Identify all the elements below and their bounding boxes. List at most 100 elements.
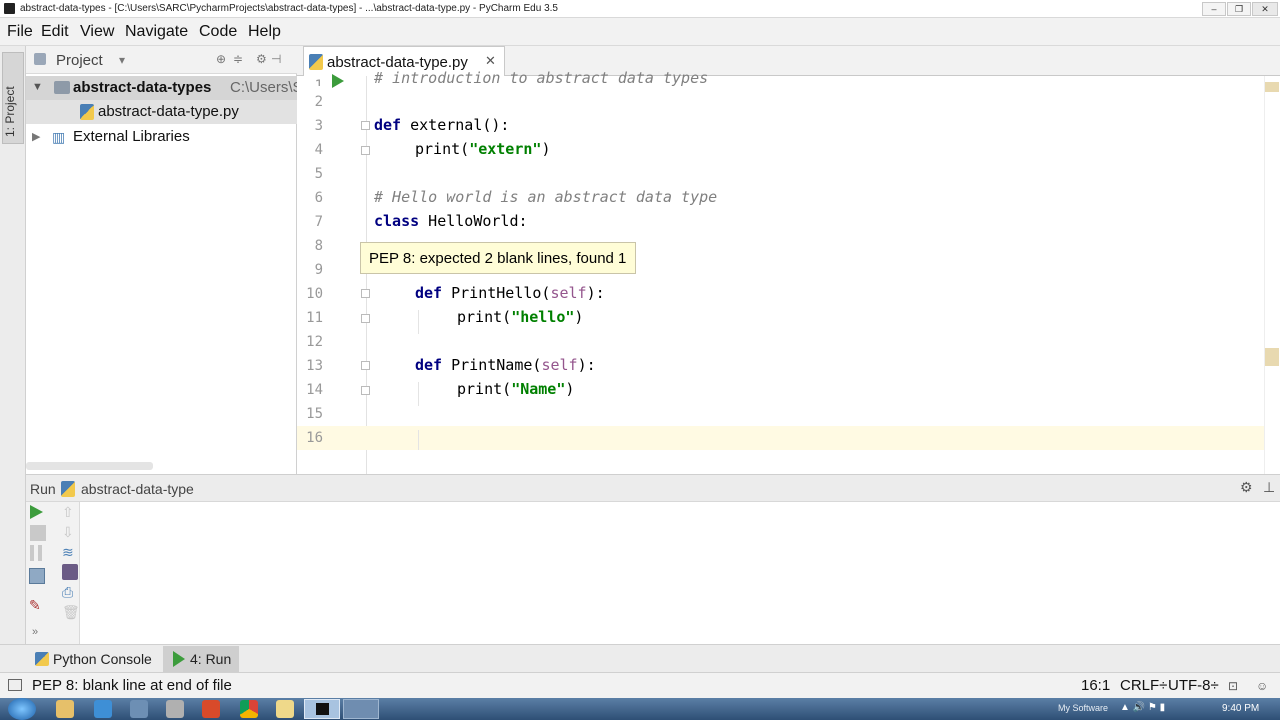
chrome-icon[interactable]	[240, 700, 258, 718]
menu-navigate[interactable]: Navigate	[125, 23, 188, 41]
line-number: 5	[314, 166, 323, 182]
chevron-down-icon[interactable]: ▾	[119, 53, 125, 67]
code-line-7[interactable]: class HelloWorld:	[374, 212, 528, 230]
code-line-13[interactable]: def PrintName(self):	[415, 356, 596, 374]
app-icon[interactable]	[202, 700, 220, 718]
hide-panel-icon[interactable]: ⊥	[1263, 479, 1275, 496]
line-separator[interactable]: CRLF÷	[1120, 677, 1167, 694]
tree-item-file[interactable]: abstract-data-type.py	[26, 100, 297, 124]
fold-marker[interactable]	[361, 361, 370, 370]
app-icon[interactable]	[130, 700, 148, 718]
menu-view[interactable]: View	[80, 23, 114, 41]
indent-guide	[418, 430, 419, 450]
run-tab-label: 4: Run	[190, 651, 232, 667]
code-line-4[interactable]: print("extern")	[415, 140, 550, 158]
run-tab[interactable]: 4: Run	[163, 646, 239, 673]
run-icon	[173, 651, 185, 667]
menu-code[interactable]: Code	[199, 23, 237, 41]
tool-windows-icon[interactable]	[8, 679, 22, 691]
taskbar-window-button[interactable]	[343, 699, 379, 719]
keyword: class	[374, 212, 420, 230]
project-hscrollbar[interactable]	[26, 462, 153, 470]
up-arrow-icon[interactable]: ⇧	[62, 504, 78, 520]
start-button-icon[interactable]	[8, 698, 36, 720]
tree-item-project-root[interactable]: ▼ abstract-data-types C:\Users\S	[26, 76, 297, 100]
close-tab-icon[interactable]: ✕	[485, 53, 496, 69]
fold-marker[interactable]	[361, 289, 370, 298]
menu-file[interactable]: File	[7, 23, 33, 41]
run-toolbar: ✎ » ⇧ ⇩ ≋ ⎙ 🗑	[26, 502, 80, 644]
tree-item-external-libraries[interactable]: ▶ ▥ External Libraries	[26, 125, 297, 149]
inspector-icon[interactable]: ☺	[1256, 679, 1268, 693]
gear-icon[interactable]: ⚙	[1240, 479, 1253, 496]
fold-marker[interactable]	[361, 314, 370, 323]
maximize-button[interactable]: ❐	[1227, 2, 1251, 16]
pause-icon[interactable]	[30, 545, 42, 561]
code-text: external():	[401, 116, 510, 134]
code-text: )	[541, 140, 551, 158]
code-line-6[interactable]: # Hello world is an abstract data type	[374, 188, 717, 206]
folder-icon	[54, 81, 70, 94]
minimize-button[interactable]: –	[1202, 2, 1226, 16]
indent-guide	[418, 310, 419, 334]
gear-icon[interactable]: ⚙	[256, 52, 267, 66]
python-file-icon	[80, 104, 94, 120]
project-tool-tab[interactable]: 1: Project	[2, 52, 24, 144]
layout-icon[interactable]	[29, 568, 45, 584]
self-param: self	[541, 356, 578, 374]
rerun-icon[interactable]	[30, 505, 43, 519]
warning-marker[interactable]	[1265, 348, 1279, 366]
soft-wrap-icon[interactable]: ≋	[62, 544, 78, 560]
sync-icon[interactable]: ⊕	[216, 52, 226, 66]
hide-icon[interactable]: ⊣	[271, 52, 281, 66]
lock-icon[interactable]: ⊡	[1228, 679, 1238, 693]
code-line-10[interactable]: def PrintHello(self):	[415, 284, 605, 302]
run-config-tab[interactable]: abstract-data-type	[81, 481, 194, 497]
line-number: 9	[314, 262, 323, 278]
pycharm-taskbar-button[interactable]	[304, 699, 340, 719]
close-window-button[interactable]: ✕	[1252, 2, 1278, 16]
scroll-to-end-icon[interactable]	[62, 564, 78, 580]
code-line-11[interactable]: print("hello")	[457, 308, 583, 326]
code-text: PrintHello(	[442, 284, 551, 302]
print-icon[interactable]: ⎙	[62, 584, 78, 600]
file-encoding[interactable]: UTF-8÷	[1168, 677, 1219, 694]
fold-marker[interactable]	[361, 386, 370, 395]
project-view-selector[interactable]: Project	[56, 52, 103, 69]
ie-icon[interactable]	[94, 700, 112, 718]
line-number: 2	[314, 94, 323, 110]
code-line-1[interactable]: # introduction to abstract data types	[374, 69, 708, 86]
expand-arrow-icon[interactable]: ▶	[32, 130, 40, 143]
library-icon: ▥	[52, 129, 66, 145]
line-number: 3	[314, 118, 323, 134]
code-line-14[interactable]: print("Name")	[457, 380, 574, 398]
tray-icons[interactable]: ▲ 🔊 ⚑ ▮	[1120, 702, 1165, 713]
expand-arrow-icon[interactable]: ▼	[32, 81, 43, 93]
project-icon	[34, 53, 46, 65]
line-number: 6	[314, 190, 323, 206]
down-arrow-icon[interactable]: ⇩	[62, 524, 78, 540]
collapse-all-icon[interactable]: ≑	[233, 52, 243, 66]
run-gutter-icon[interactable]	[332, 74, 344, 88]
fold-marker[interactable]	[361, 121, 370, 130]
menu-help[interactable]: Help	[248, 23, 281, 41]
more-icon[interactable]: »	[32, 626, 48, 642]
folder-icon[interactable]	[276, 700, 294, 718]
warning-marker[interactable]	[1265, 82, 1279, 92]
line-number: 7	[314, 214, 323, 230]
menu-edit[interactable]: Edit	[41, 23, 69, 41]
fold-marker[interactable]	[361, 146, 370, 155]
explorer-icon[interactable]	[56, 700, 74, 718]
code-text: PrintName(	[442, 356, 542, 374]
pin-icon[interactable]: ✎	[29, 597, 45, 613]
caret-position[interactable]: 16:1	[1081, 677, 1110, 694]
status-bar: PEP 8: blank line at end of file 16:1 CR…	[0, 672, 1280, 698]
code-line-3[interactable]: def external():	[374, 116, 509, 134]
editor-error-stripe[interactable]	[1264, 76, 1280, 474]
trash-icon[interactable]: 🗑	[62, 604, 80, 620]
clock[interactable]: 9:40 PM	[1222, 703, 1259, 714]
run-console-output[interactable]	[26, 502, 1280, 644]
app-icon[interactable]	[166, 700, 184, 718]
stop-icon[interactable]	[30, 525, 46, 541]
python-console-tab[interactable]: Python Console	[53, 651, 152, 667]
